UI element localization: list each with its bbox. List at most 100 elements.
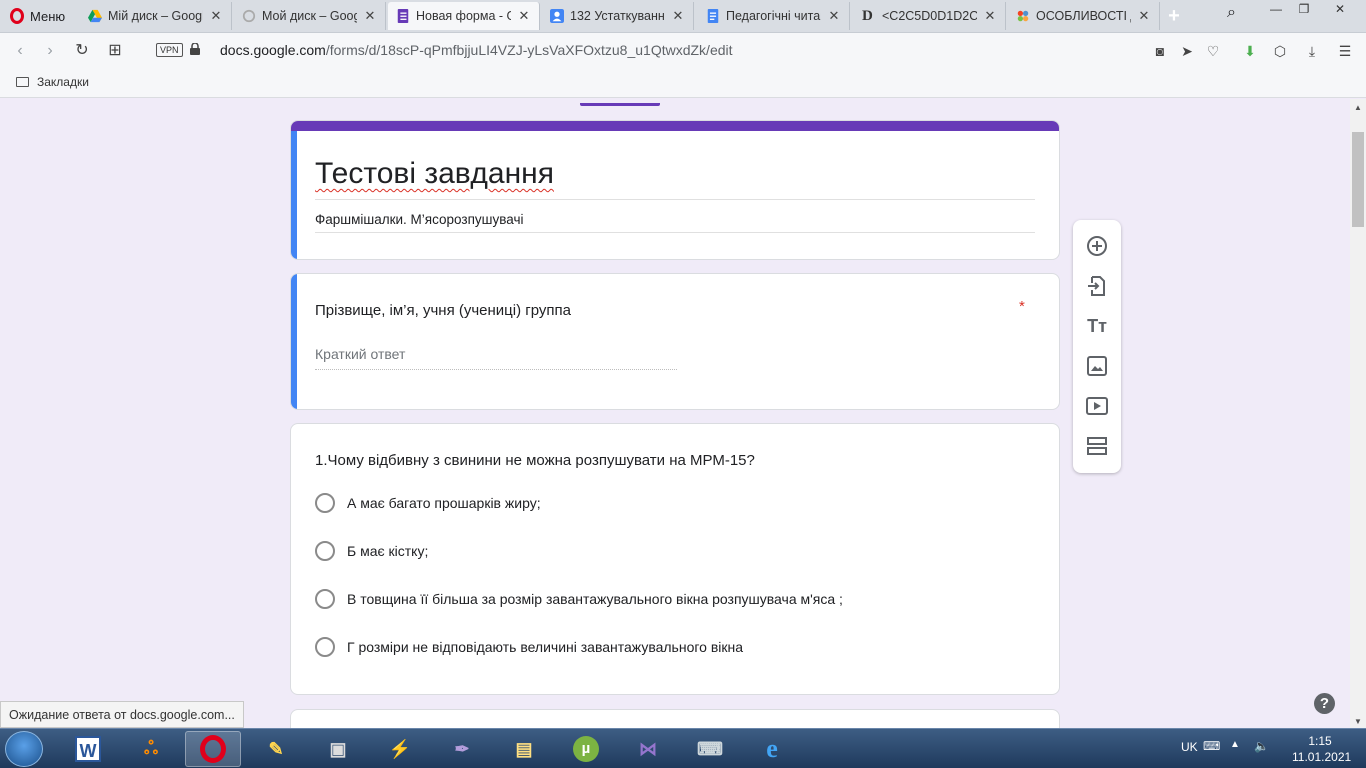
tab-close-icon[interactable]: ✕: [209, 8, 223, 24]
help-icon[interactable]: ?: [1314, 693, 1335, 714]
page-scrollbar[interactable]: ▲ ▼: [1350, 99, 1366, 728]
easy-setup-icon[interactable]: ☰: [1335, 41, 1355, 61]
option-label: Г розміри не відповідають величині заван…: [347, 639, 744, 655]
question-title[interactable]: 1.Чому відбивну з свинини не можна розпу…: [315, 452, 755, 469]
menu-label: Меню: [30, 8, 66, 24]
tab-close-icon[interactable]: ✕: [517, 8, 531, 24]
notepad-app-icon[interactable]: ✎: [248, 731, 304, 767]
tab-encoded[interactable]: D <C2C5D0D1D2CA ✕: [854, 2, 1006, 30]
reload-icon[interactable]: ↻: [72, 41, 92, 61]
tab-new-form[interactable]: Новая форма - Go ✕: [388, 2, 540, 30]
vpn-badge[interactable]: VPN: [156, 43, 183, 57]
option-a[interactable]: А має багато прошарків жиру;: [315, 493, 541, 513]
downloads-icon[interactable]: ⤓: [1302, 41, 1322, 61]
short-answer-line: [315, 369, 677, 370]
tab-features[interactable]: ОСОБЛИВОСТІ Д ✕: [1008, 2, 1160, 30]
minimize-icon[interactable]: —: [1262, 0, 1290, 20]
folder-icon: [16, 77, 29, 87]
tray-expand-icon[interactable]: ▲: [1230, 739, 1240, 750]
radio-button[interactable]: [315, 493, 335, 513]
form-title[interactable]: Тестові завдання: [315, 157, 554, 191]
question-card-1[interactable]: 1.Чому відбивну з свинини не можна розпу…: [290, 423, 1060, 695]
radio-button[interactable]: [315, 541, 335, 561]
opera-menu-button[interactable]: Меню: [4, 4, 76, 28]
scroll-thumb[interactable]: [1352, 132, 1364, 227]
tab-close-icon[interactable]: ✕: [827, 8, 841, 24]
camera-icon[interactable]: ◙: [1150, 41, 1170, 61]
keyboard-app-icon[interactable]: ⌨: [682, 731, 738, 767]
lightning-app-icon[interactable]: ⚡: [372, 731, 428, 767]
cube-icon[interactable]: ⬡: [1270, 41, 1290, 61]
add-question-icon[interactable]: [1085, 234, 1109, 258]
tab-close-icon[interactable]: ✕: [1137, 8, 1151, 24]
question-card-2[interactable]: [290, 709, 1060, 728]
utorrent-app-icon[interactable]: µ: [558, 731, 614, 767]
radio-button[interactable]: [315, 589, 335, 609]
scroll-up-icon[interactable]: ▲: [1354, 103, 1362, 112]
active-indicator: [291, 274, 297, 409]
tab-close-icon[interactable]: ✕: [983, 8, 997, 24]
status-bar: Ожидание ответа от docs.google.com...: [0, 701, 244, 728]
keyboard-tray-icon[interactable]: ⌨: [1203, 739, 1220, 753]
scroll-down-icon[interactable]: ▼: [1354, 717, 1362, 726]
form-title-card[interactable]: Тестові завдання Фаршмішалки. М’ясорозпу…: [290, 120, 1060, 260]
url-field[interactable]: docs.google.com/forms/d/18scP-qPmfbjjuLI…: [220, 42, 733, 58]
add-title-icon[interactable]: Tт: [1085, 314, 1109, 338]
back-icon[interactable]: ‹: [10, 41, 30, 61]
internet-explorer-icon[interactable]: e: [744, 731, 800, 767]
description-underline: [315, 232, 1035, 233]
google-drive-icon: [88, 9, 102, 23]
speed-dial-icon[interactable]: ⊞: [105, 41, 125, 61]
media-app-icon[interactable]: ⋈: [620, 731, 676, 767]
import-questions-icon[interactable]: [1085, 274, 1109, 298]
option-d[interactable]: Г розміри не відповідають величині заван…: [315, 637, 743, 657]
add-section-icon[interactable]: [1085, 434, 1109, 458]
new-tab-plus-icon[interactable]: +: [1163, 5, 1185, 27]
bookmarks-folder[interactable]: Закладки: [16, 75, 89, 89]
question-title[interactable]: Прізвище, ім’я, учня (учениці) группа: [315, 302, 571, 319]
bookmarks-label: Закладки: [37, 75, 89, 89]
option-b[interactable]: Б має кістку;: [315, 541, 428, 561]
tab-close-icon[interactable]: ✕: [363, 8, 377, 24]
download-arrow-icon[interactable]: ⬇: [1240, 41, 1260, 61]
questions-tab-indicator: [580, 103, 660, 106]
tab-title: <C2C5D0D1D2CA: [882, 9, 977, 23]
add-image-icon[interactable]: [1085, 354, 1109, 378]
tab-search-icon[interactable]: ⌕: [1227, 4, 1236, 22]
close-window-icon[interactable]: ✕: [1320, 0, 1360, 20]
clock-time: 1:15: [1308, 734, 1332, 748]
option-c[interactable]: В товщина її більша за розмір завантажув…: [315, 589, 843, 609]
radio-button[interactable]: [315, 637, 335, 657]
language-indicator[interactable]: UK: [1181, 740, 1198, 754]
tab-pedagogical[interactable]: Педагогічні читан ✕: [698, 2, 850, 30]
monitor-app-icon[interactable]: ▣: [310, 731, 366, 767]
bookmarks-bar: Закладки: [0, 68, 1366, 98]
heart-icon[interactable]: ♡: [1203, 41, 1223, 61]
opera-app-icon[interactable]: [185, 731, 241, 767]
volume-icon[interactable]: 🔈: [1254, 739, 1269, 753]
tab-equipment[interactable]: 132 Устаткування ✕: [542, 2, 694, 30]
pen-app-icon[interactable]: ✒: [434, 731, 490, 767]
explorer-app-icon[interactable]: ▤: [496, 731, 552, 767]
google-contacts-icon: [550, 9, 564, 23]
tab-title: Мой диск – Googl: [262, 9, 357, 23]
clock[interactable]: 1:15 11.01.2021: [1292, 733, 1351, 765]
word-app-icon[interactable]: W: [60, 731, 116, 767]
tab-my-drive-ru[interactable]: Мой диск – Googl ✕: [234, 2, 386, 30]
form-description[interactable]: Фаршмішалки. М’ясорозпушувачі: [315, 212, 523, 227]
maximize-icon[interactable]: ❐: [1290, 0, 1318, 20]
tab-title: 132 Устаткування: [570, 9, 665, 23]
tab-close-icon[interactable]: ✕: [671, 8, 685, 24]
question-card-name[interactable]: Прізвище, ім’я, учня (учениці) группа * …: [290, 273, 1060, 410]
send-icon[interactable]: ➤: [1177, 41, 1197, 61]
loading-icon: [242, 9, 256, 23]
start-button[interactable]: [5, 731, 43, 767]
tab-my-drive-ua[interactable]: Мій диск – Google ✕: [80, 2, 232, 30]
app-swirl-icon[interactable]: ஃ: [123, 731, 179, 767]
lock-icon[interactable]: [190, 43, 200, 55]
form-editor: Тестові завдання Фаршмішалки. М’ясорозпу…: [0, 99, 1350, 728]
forward-icon[interactable]: ›: [40, 41, 60, 61]
active-indicator: [291, 131, 297, 259]
add-video-icon[interactable]: [1085, 394, 1109, 418]
floating-toolbar: Tт: [1073, 220, 1121, 473]
